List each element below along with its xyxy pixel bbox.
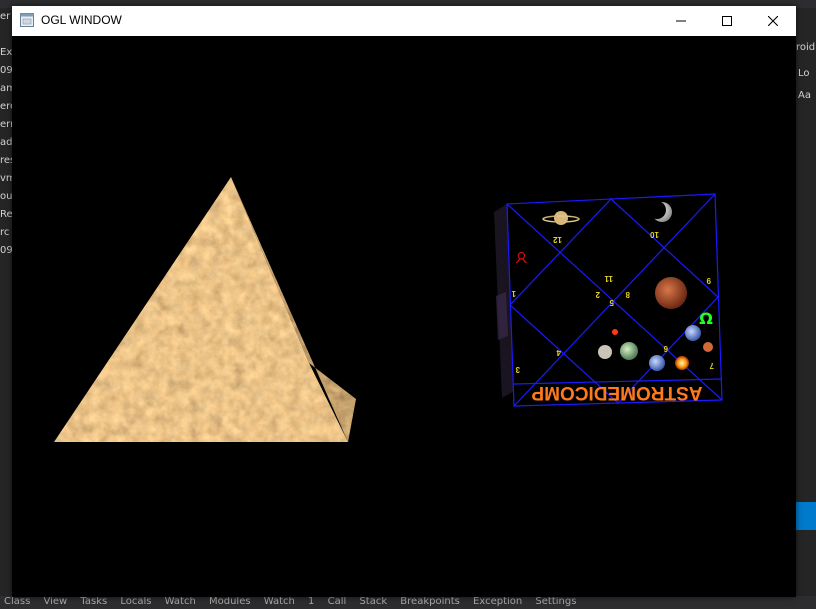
ide-right-highlight [796,502,816,530]
minimize-button[interactable] [658,6,704,36]
ide-right-label: roid) [796,42,816,53]
ide-left-row: ere [0,101,12,112]
sun-icon [675,356,689,370]
house-number: 6 [663,344,668,353]
neptune-icon [649,355,665,371]
ide-left-row: er [0,11,11,22]
ide-right-label: Aa [798,90,811,101]
ide-right-panel: roid) Lo Aa [796,8,816,598]
house-number: 9 [706,276,711,285]
render-scene: ASTROMEDICOMP 1 2 3 4 5 6 7 8 9 10 11 12 [54,177,723,442]
ide-bottom-tabs: Class View Tasks Locals Watch Modules Wa… [0,596,816,609]
ide-left-row: res [0,155,12,166]
ide-left-row: ade [0,137,12,148]
ide-left-row: 09_ [0,245,12,256]
house-number: 10 [650,230,659,239]
ide-left-row: vm [0,173,12,184]
cube-banner-text: ASTROMEDICOMP [531,382,702,403]
house-number: 8 [625,290,630,299]
textured-pyramid [54,177,356,442]
textured-cube: ASTROMEDICOMP 1 2 3 4 5 6 7 8 9 10 11 12 [494,193,723,407]
uranus-icon [685,325,701,341]
house-number: 1 [511,289,516,298]
small-planet-icon [703,342,713,352]
maximize-button[interactable] [704,6,750,36]
window-titlebar[interactable]: OGL WINDOW [12,6,796,36]
ogl-window[interactable]: OGL WINDOW ASTROMEDICOMP 1 2 3 4 5 6 7 8… [12,6,796,597]
ide-left-panel: er Ex 09_ am ere ern ade res vm ou Re rc… [0,8,12,598]
minimize-icon [676,20,686,22]
house-number: 5 [609,298,614,307]
house-number: 12 [553,235,562,244]
house-number: 3 [515,365,520,374]
mars-icon [655,277,687,309]
house-number: 2 [595,290,600,299]
ide-left-row: Re [0,209,12,220]
ide-left-row: am [0,83,12,94]
ide-left-row: 09_ [0,65,12,76]
ide-right-label: Lo [798,68,810,79]
jupiter-icon [620,342,638,360]
house-number: 11 [604,274,613,283]
maximize-icon [722,16,732,26]
ide-left-row: rc [0,227,10,238]
ide-left-row: ou [0,191,12,202]
ide-left-row: ern [0,119,12,130]
close-button[interactable] [750,6,796,36]
app-window-icon [20,13,34,27]
mercury-icon [598,345,612,359]
close-icon [768,16,778,26]
opengl-viewport[interactable]: ASTROMEDICOMP 1 2 3 4 5 6 7 8 9 10 11 12 [12,36,796,597]
window-title: OGL WINDOW [41,13,122,27]
omega-symbol-icon: Ω [699,309,713,328]
small-red-planet-icon [612,329,618,335]
ide-left-row: Ex [0,47,12,58]
taurus-symbol-icon: ♉ [515,248,528,266]
house-number: 7 [709,361,714,370]
house-number: 4 [556,348,561,357]
ide-bottom-tab-strip[interactable]: Class View Tasks Locals Watch Modules Wa… [4,596,576,607]
ide-left-row [0,26,12,44]
